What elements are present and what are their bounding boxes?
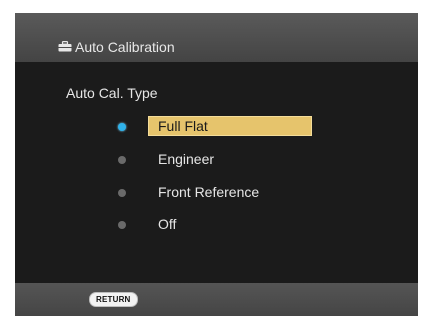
option-off[interactable]: Off [110,214,330,236]
selected-radio-dot [118,123,126,131]
auto-calibration-screen: Auto Calibration Auto Cal. Type Full Fla… [15,13,418,316]
selection-highlight: Full Flat [148,116,312,136]
option-label: Full Flat [158,118,208,134]
header-bar: Auto Calibration [15,13,418,62]
option-label: Front Reference [158,184,260,200]
option-label: Engineer [158,151,215,167]
page-title: Auto Calibration [75,39,175,55]
option-engineer[interactable]: Engineer [110,149,330,171]
radio-dot [118,156,126,164]
radio-dot [118,189,126,197]
option-front-reference[interactable]: Front Reference [110,182,330,204]
radio-dot [118,221,126,229]
option-full-flat[interactable]: Full Flat [110,116,330,138]
option-label: Off [158,216,177,232]
auto-cal-type-label: Auto Cal. Type [66,85,158,101]
return-button[interactable]: RETURN [89,292,138,307]
toolbox-icon [58,41,72,52]
footer-bar: RETURN [15,283,418,316]
